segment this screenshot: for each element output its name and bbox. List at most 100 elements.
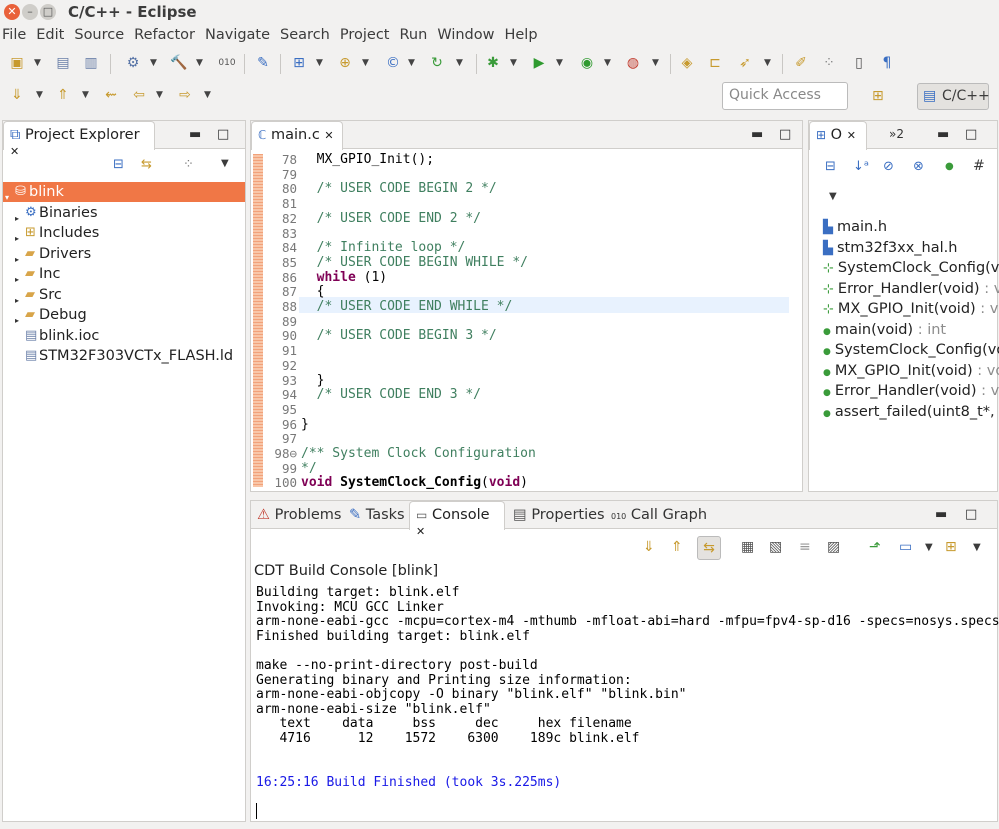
block-selection-icon[interactable]: ▯ <box>850 54 868 72</box>
collapse-all-icon[interactable]: ⊟ <box>825 159 836 174</box>
outline-item[interactable]: ⊹MX_GPIO_Init(void) : vo <box>823 299 999 319</box>
tab-console[interactable]: ▭ Console ✕ <box>409 501 505 538</box>
run-icon[interactable]: ▶ <box>530 54 548 72</box>
open-folder-icon[interactable]: ⊏ <box>706 54 724 72</box>
scroll-lock-icon[interactable]: ⇆ <box>697 536 721 560</box>
menu-file[interactable]: File <box>0 24 29 46</box>
build-hammer-icon[interactable]: 🔨 <box>170 54 188 72</box>
debug-pin-icon[interactable]: ✎ <box>254 54 272 72</box>
back-arrow-icon[interactable]: ⇦ <box>130 86 148 104</box>
binary-icon[interactable]: 010 <box>218 54 236 72</box>
tab-main-c[interactable]: ℂ main.c ✕ <box>251 121 343 150</box>
tab-overflow[interactable]: »2 <box>885 121 908 149</box>
minimize-icon[interactable]: ▬ <box>937 127 949 142</box>
outline-item[interactable]: ⊹ SystemClock_Config(vo <box>823 258 999 278</box>
open-console-icon[interactable]: ⬏ <box>869 539 881 555</box>
tab-project-explorer[interactable]: ⧉ Project Explorer ✕ <box>3 121 155 158</box>
tree-item[interactable]: ▸ ▰ Drivers <box>3 244 245 264</box>
new-icon[interactable]: ▣ <box>8 54 26 72</box>
tab-outline[interactable]: ⊞ O ✕ <box>809 121 867 150</box>
external-tools-icon[interactable]: ◍ <box>624 54 642 72</box>
highlight-icon[interactable]: ✐ <box>792 54 810 72</box>
outline-item[interactable]: ● main(void) : int <box>823 320 946 340</box>
chevron-down-icon[interactable]: ▼ <box>456 58 463 68</box>
link-editor-icon[interactable]: ⇆ <box>141 157 152 172</box>
minimize-icon[interactable]: ▬ <box>189 127 201 142</box>
tab-properties[interactable]: ▤ Properties <box>509 501 609 529</box>
menu-navigate[interactable]: Navigate <box>203 24 273 46</box>
maximize-icon[interactable]: □ <box>217 127 229 142</box>
menu-source[interactable]: Source <box>72 24 127 46</box>
minimize-window-button[interactable]: – <box>22 4 38 20</box>
tree-item[interactable]: ▤ STM32F303VCTx_FLASH.ld <box>3 346 245 366</box>
filters-icon[interactable]: ⁘ <box>183 157 194 172</box>
tree-item[interactable]: ▸ ▰ Debug <box>3 305 245 325</box>
hide-static-icon[interactable]: ⊗ <box>913 159 924 174</box>
chevron-down-icon[interactable]: ▼ <box>510 58 517 68</box>
tab-tasks[interactable]: ✎ Tasks <box>345 501 409 529</box>
chevron-down-icon[interactable]: ▼ <box>150 58 157 68</box>
tree-item[interactable]: ▾ ⛁ blink <box>3 182 245 202</box>
tab-problems[interactable]: ⚠ Problems <box>253 501 345 529</box>
refresh-icon[interactable]: ↻ <box>428 54 446 72</box>
menu-refactor[interactable]: Refactor <box>132 24 198 46</box>
menu-run[interactable]: Run <box>398 24 431 46</box>
view-menu-chevron-icon[interactable]: ▼ <box>221 158 229 169</box>
close-window-button[interactable]: ✕ <box>4 4 20 20</box>
hide-non-public-icon[interactable]: ● <box>945 161 954 172</box>
tree-item[interactable]: ▸ ⊞ Includes <box>3 223 245 243</box>
chevron-down-icon[interactable]: ▼ <box>652 58 659 68</box>
show-whitespace-icon[interactable]: ¶ <box>878 54 896 72</box>
outline-item[interactable]: ⊹ Error_Handler(void) : v <box>823 279 999 299</box>
open-perspective-icon[interactable]: ⊞ <box>872 88 884 104</box>
new-project-icon[interactable]: ⊞ <box>290 54 308 72</box>
debug-bug-icon[interactable]: ✱ <box>484 54 502 72</box>
toggle-mark-icon[interactable]: ⁘ <box>820 54 838 72</box>
search-tool-icon[interactable]: ➶ <box>736 54 754 72</box>
clear-console-icon[interactable]: ▦ <box>741 539 754 555</box>
hide-macros-icon[interactable]: # <box>973 158 985 174</box>
save-all-icon[interactable]: ▥ <box>82 54 100 72</box>
tree-item[interactable]: ▸ ⚙ Binaries <box>3 203 245 223</box>
chevron-down-icon[interactable]: ▼ <box>764 58 771 68</box>
pin-console-icon[interactable]: ▨ <box>827 539 840 555</box>
forward-arrow-icon[interactable]: ⇨ <box>176 86 194 104</box>
outline-item[interactable]: ● assert_failed(uint8_t*, <box>823 402 995 422</box>
close-tab-icon[interactable]: ✕ <box>324 129 333 142</box>
chevron-down-icon[interactable]: ▼ <box>204 90 211 100</box>
tree-item[interactable]: ▤ blink.ioc <box>3 326 245 346</box>
maximize-icon[interactable]: □ <box>965 127 977 142</box>
outline-item[interactable]: ● Error_Handler(void) : v <box>823 381 999 401</box>
outline-item[interactable]: ▙ main.h <box>823 217 887 237</box>
chevron-down-icon[interactable]: ▼ <box>36 90 43 100</box>
outline-item[interactable]: ●MX_GPIO_Init(void) : vo <box>823 361 999 381</box>
close-tab-icon[interactable]: ✕ <box>847 129 856 142</box>
quick-access-input[interactable]: Quick Access <box>722 82 848 110</box>
next-annotation-icon[interactable]: ⇓ <box>8 86 26 104</box>
menu-help[interactable]: Help <box>502 24 540 46</box>
menu-edit[interactable]: Edit <box>34 24 67 46</box>
sort-icon[interactable]: ↓ᵃ <box>853 159 869 174</box>
minimize-icon[interactable]: ▬ <box>751 127 763 142</box>
maximize-window-button[interactable]: □ <box>40 4 56 20</box>
save-icon[interactable]: ▤ <box>54 54 72 72</box>
view-menu-chevron-icon[interactable]: ▼ <box>829 191 837 202</box>
maximize-icon[interactable]: □ <box>965 507 977 522</box>
run-config-icon[interactable]: ◉ <box>578 54 596 72</box>
copy-build-log-icon[interactable]: ▧ <box>769 539 782 555</box>
new-class-icon[interactable]: © <box>384 54 402 72</box>
lines-icon[interactable]: ≡ <box>799 539 811 555</box>
chevron-down-icon[interactable]: ▼ <box>925 542 933 553</box>
tab-call-graph[interactable]: 010 Call Graph <box>607 501 711 529</box>
outline-item[interactable]: ▙ stm32f3xx_hal.h <box>823 238 957 258</box>
display-console-icon[interactable]: ▭ <box>899 539 912 555</box>
prev-annotation-icon[interactable]: ⇑ <box>54 86 72 104</box>
chevron-down-icon[interactable]: ▼ <box>34 58 41 68</box>
open-type-icon[interactable]: ◈ <box>678 54 696 72</box>
collapse-all-icon[interactable]: ⊟ <box>113 157 124 172</box>
maximize-icon[interactable]: □ <box>779 127 791 142</box>
chevron-down-icon[interactable]: ▼ <box>973 542 981 553</box>
prev-error-icon[interactable]: ⇑ <box>671 539 683 555</box>
perspective-cpp-button[interactable]: ▤ C/C++ <box>917 83 990 110</box>
new-console-icon[interactable]: ⊞ <box>945 539 957 555</box>
